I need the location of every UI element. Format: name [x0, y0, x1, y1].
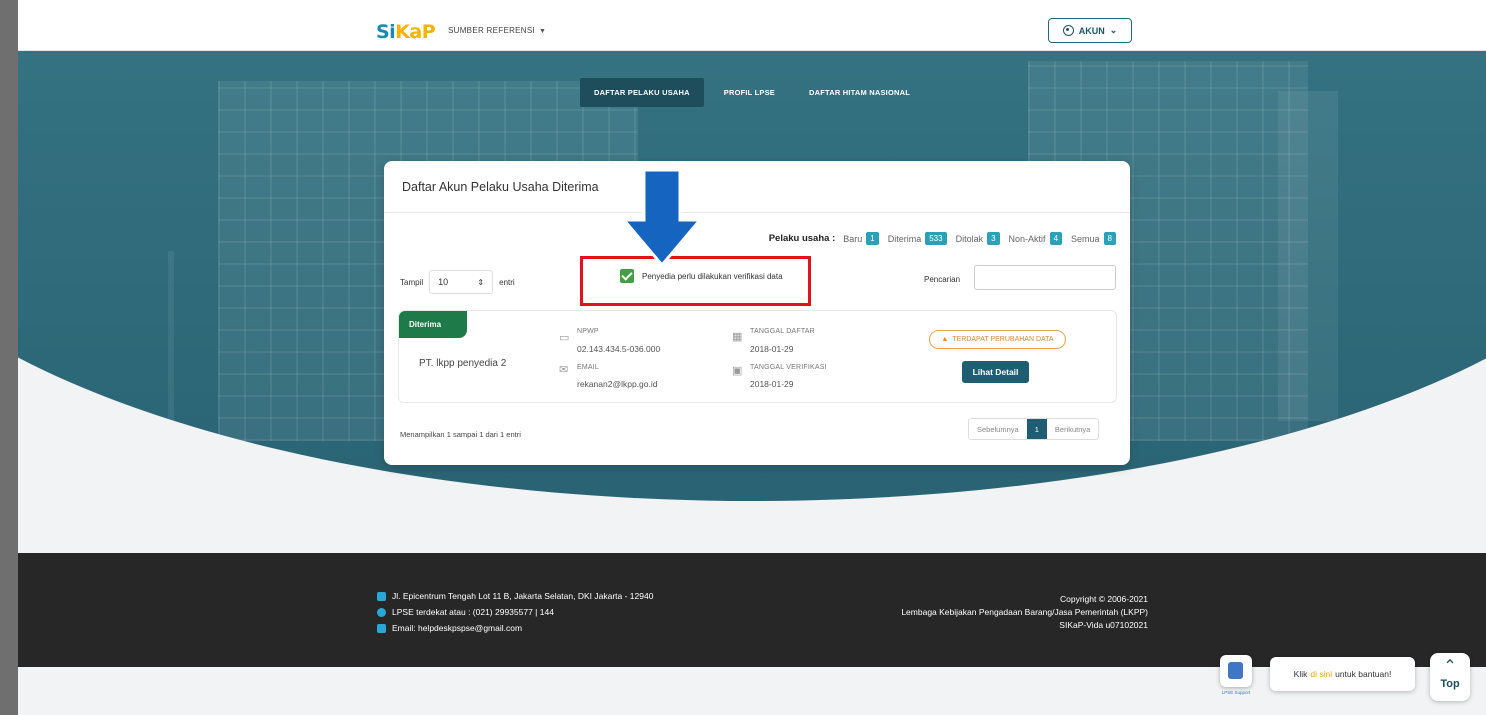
email-value: rekanan2@lkpp.go.id: [577, 379, 658, 389]
footer-contact: Jl. Epicentrum Tengah Lot 11 B, Jakarta …: [377, 588, 653, 636]
updown-icon: ⇕: [477, 277, 485, 287]
copyright-text: Copyright © 2006-2021: [1059, 594, 1148, 604]
search-input[interactable]: [974, 265, 1116, 290]
count-baru-badge[interactable]: 1: [866, 232, 879, 245]
count-nonaktif-badge[interactable]: 4: [1049, 232, 1063, 245]
status-badge: Diterima: [399, 311, 467, 338]
pagination-info: Menampilkan 1 sampai 1 dari 1 entri: [400, 430, 521, 439]
entries-label: entri: [499, 277, 515, 287]
lpse-support-icon: [1220, 655, 1252, 687]
top-label: Top: [1440, 678, 1460, 690]
account-label: AKUN: [1078, 25, 1105, 36]
company-name: PT. lkpp penyedia 2: [419, 358, 507, 369]
tab-daftar-pelaku-usaha[interactable]: DAFTAR PELAKU USAHA: [580, 78, 704, 107]
vendor-row: Diterima PT. lkpp penyedia 2 ▭ NPWP 02.1…: [398, 310, 1117, 403]
ver-date-value: 2018-01-29: [750, 379, 794, 389]
npwp-value: 02.143.434.5-036.000: [577, 344, 661, 354]
footer-phone: LPSE terdekat atau : (021) 29935577 | 14…: [392, 607, 554, 617]
data-change-warning: ▲ TERDAPAT PERUBAHAN DATA: [929, 330, 1066, 349]
phone-icon: [377, 607, 386, 617]
sikap-logo[interactable]: SiKaP: [376, 21, 436, 43]
envelope-icon: ✉: [559, 364, 569, 376]
page-size-control: Tampil 10 ⇕ entri: [400, 270, 515, 294]
building-tower: [1278, 91, 1338, 421]
email-label: EMAIL: [577, 364, 600, 371]
card-title: Daftar Akun Pelaku Usaha Diterima: [384, 161, 1130, 213]
help-bubble[interactable]: Klik di sini untuk bantuan!: [1270, 657, 1415, 691]
menu-label: SUMBER REFERENSI: [448, 26, 536, 35]
reg-date-value: 2018-01-29: [750, 344, 794, 354]
org-text: Lembaga Kebijakan Pengadaan Barang/Jasa …: [901, 607, 1148, 617]
count-semua-badge[interactable]: 8: [1103, 232, 1116, 245]
count-ditolak-label[interactable]: Ditolak: [956, 234, 984, 244]
vendor-list-card: Daftar Akun Pelaku Usaha Diterima Pelaku…: [384, 161, 1130, 465]
count-ditolak-badge[interactable]: 3: [987, 232, 1000, 245]
support-caption: LPSE Support: [1221, 690, 1251, 695]
warning-text: TERDAPAT PERUBAHAN DATA: [952, 336, 1054, 343]
location-icon: [377, 591, 386, 601]
page-1-button[interactable]: 1: [1026, 419, 1047, 439]
count-diterima-badge[interactable]: 533: [925, 232, 947, 245]
sumber-referensi-menu[interactable]: SUMBER REFERENSI ▼: [448, 26, 546, 35]
count-semua-label[interactable]: Semua: [1071, 234, 1100, 244]
page-size-select[interactable]: 10 ⇕: [429, 270, 494, 294]
footer-email[interactable]: Email: helpdeskpspse@gmail.com: [392, 620, 522, 636]
help-link[interactable]: di sini: [1310, 669, 1332, 679]
calendar-icon: ▦: [732, 331, 743, 343]
pagination: Sebelumnya 1 Berikutnya: [968, 418, 1100, 440]
lpse-support-widget[interactable]: LPSE Support: [1217, 655, 1255, 703]
lihat-detail-button[interactable]: Lihat Detail: [962, 361, 1029, 383]
main-tabs: DAFTAR PELAKU USAHA PROFIL LPSE DAFTAR H…: [580, 78, 924, 107]
chevron-up-icon: ⌃: [1443, 658, 1457, 675]
calendar-check-icon: ▣: [732, 365, 743, 377]
footer-address-line: Jl. Epicentrum Tengah Lot 11 B, Jakarta …: [377, 588, 653, 604]
reg-date-label: TANGGAL DAFTAR: [750, 328, 815, 335]
footer-email-line: Email: helpdeskpspse@gmail.com: [377, 620, 653, 636]
npwp-label: NPWP: [577, 328, 599, 335]
next-page-button[interactable]: Berikutnya: [1047, 419, 1098, 439]
logo-part-kap: KaP: [395, 21, 436, 43]
screenshot-frame: SiKaP SUMBER REFERENSI ▼ AKUN ⌄ DAFTAR PE…: [0, 0, 1486, 715]
chevron-down-icon: ⌄: [1109, 25, 1118, 35]
search-label: Pencarian: [924, 275, 961, 284]
footer-phone-line: LPSE terdekat atau : (021) 29935577 | 14…: [377, 604, 653, 620]
caret-down-icon: ▼: [539, 28, 547, 35]
top-navbar: SiKaP SUMBER REFERENSI ▼ AKUN ⌄: [18, 0, 1486, 51]
help-text-post: untuk bantuan!: [1335, 669, 1392, 679]
tab-profil-lpse[interactable]: PROFIL LPSE: [710, 78, 789, 107]
id-card-icon: ▭: [559, 332, 570, 344]
page-size-value: 10: [438, 277, 449, 287]
version-text: SIKaP-Vida u07102021: [1059, 620, 1148, 630]
back-to-top-button[interactable]: ⌃ Top: [1430, 653, 1470, 701]
footer: Jl. Epicentrum Tengah Lot 11 B, Jakarta …: [18, 553, 1486, 667]
logo-part-si: Si: [376, 21, 396, 43]
help-text-pre: Klik: [1293, 669, 1308, 679]
user-icon: [1062, 25, 1074, 36]
building-pole: [168, 251, 174, 501]
prev-page-button[interactable]: Sebelumnya: [969, 419, 1027, 439]
page: SiKaP SUMBER REFERENSI ▼ AKUN ⌄ DAFTAR PE…: [18, 0, 1486, 715]
warning-icon: ▲: [941, 336, 949, 343]
mail-icon: [377, 623, 386, 633]
counts-label: Pelaku usaha :: [768, 233, 836, 244]
count-baru-label[interactable]: Baru: [843, 234, 862, 244]
count-diterima-label[interactable]: Diterima: [888, 234, 922, 244]
ver-date-label: TANGGAL VERIFIKASI: [750, 364, 827, 371]
tab-daftar-hitam-nasional[interactable]: DAFTAR HITAM NASIONAL: [795, 78, 924, 107]
footer-copyright: Copyright © 2006-2021 Lembaga Kebijakan …: [901, 593, 1148, 632]
count-nonaktif-label[interactable]: Non-Aktif: [1009, 234, 1046, 244]
vendor-counts: Pelaku usaha : Baru 1 Diterima 533 Ditolak…: [769, 232, 1116, 245]
account-button[interactable]: AKUN ⌄: [1048, 18, 1132, 43]
show-label: Tampil: [400, 277, 424, 287]
annotation-arrow-icon: [622, 168, 702, 268]
footer-address: Jl. Epicentrum Tengah Lot 11 B, Jakarta …: [392, 591, 654, 601]
